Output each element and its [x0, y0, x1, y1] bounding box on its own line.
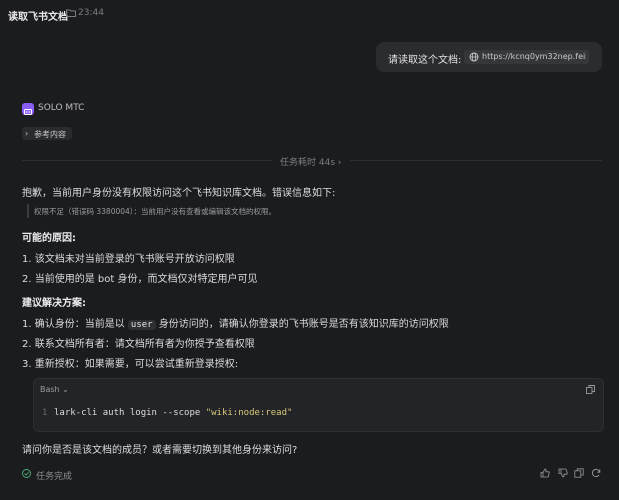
thumbs-up-icon[interactable]: [540, 468, 550, 478]
code-argument: "wiki:node:read": [205, 408, 293, 418]
reasons-heading: 可能的原因:: [22, 233, 76, 244]
divider-right: [350, 160, 602, 161]
copy-icon[interactable]: [586, 385, 595, 394]
status-text: 任务完成: [36, 472, 73, 482]
copy-message-icon[interactable]: [574, 468, 584, 478]
chevron-right-icon: ›: [25, 129, 29, 138]
solution-item: 1. 确认身份：当前是以 user 身份访问的，请确认你登录的飞书账号是否有该知…: [22, 315, 449, 330]
solutions-heading: 建议解决方案:: [22, 298, 86, 309]
code-block: [33, 378, 604, 432]
inline-code: user: [127, 320, 156, 330]
closing-question: 请问你是否是该文档的成员？或者需要切换到其他身份来访问?: [22, 445, 298, 456]
reason-item: 2. 当前使用的是 bot 身份，而文档仅对特定用户可见: [22, 274, 258, 285]
code-line-number: 1: [42, 408, 48, 418]
bot-avatar-icon: [22, 103, 34, 115]
page-title: 读取飞书文档: [8, 12, 68, 23]
thumbs-down-icon[interactable]: [558, 468, 568, 478]
solution-item: 2. 联系文档所有者：请文档所有者为你授予查看权限: [22, 339, 255, 350]
link-text[interactable]: https://kcnq0ym32nep.feishu.c...: [482, 52, 586, 61]
error-quote: 权限不足（错误码 3380004）：当前用户没有查看或编辑该文档的权限。: [34, 207, 277, 216]
globe-icon: [469, 52, 479, 62]
header-time: 23:44: [78, 8, 104, 18]
divider-left: [22, 160, 272, 161]
code-command: lark-cli auth login --scope: [54, 408, 206, 418]
refresh-icon[interactable]: [591, 468, 601, 478]
reason-item: 1. 该文档未对当前登录的飞书账号开放访问权限: [22, 254, 235, 265]
code-content: lark-cli auth login --scope "wiki:node:r…: [54, 408, 292, 418]
task-time-text: 任务耗时 44s: [280, 158, 336, 168]
solution1-suffix: 身份访问的，请确认你登录的飞书账号是否有该知识库的访问权限: [158, 319, 449, 330]
code-language-selector[interactable]: Bash ⌄: [40, 385, 69, 394]
bot-name: SOLO MTC: [38, 103, 85, 113]
reference-label[interactable]: 参考内容: [34, 129, 66, 140]
code-language: Bash: [40, 385, 60, 394]
answer-intro: 抱歉，当前用户身份没有权限访问这个飞书知识库文档。错误信息如下:: [22, 188, 336, 199]
folder-icon: [66, 9, 76, 17]
user-message-text: 请读取这个文档:: [388, 55, 462, 66]
solution1-prefix: 1. 确认身份：当前是以: [22, 319, 125, 330]
task-time[interactable]: 任务耗时 44s ›: [280, 155, 341, 168]
quote-bar: [27, 204, 29, 218]
solution-item: 3. 重新授权：如果需要，可以尝试重新登录授权:: [22, 359, 239, 370]
check-circle-icon: [22, 469, 31, 478]
